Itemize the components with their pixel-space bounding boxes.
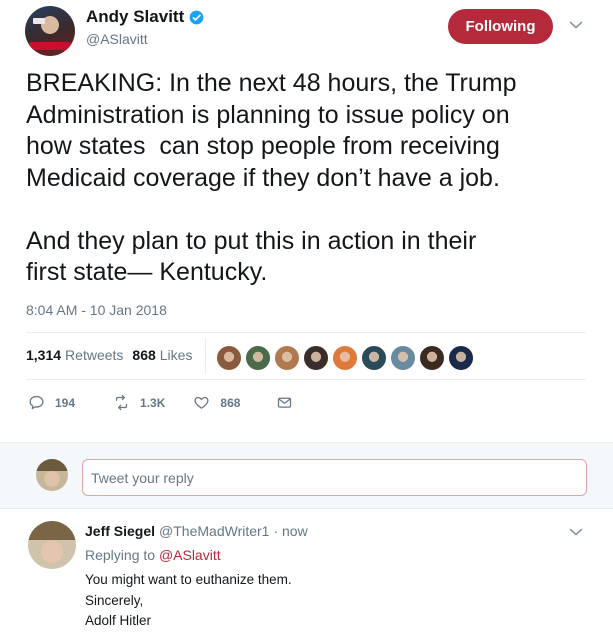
avatar-badge-decoration <box>33 18 45 24</box>
replying-to-line: Replying to @ASlavitt <box>85 547 221 563</box>
replying-to-label: Replying to <box>85 547 156 563</box>
author-name-row: Andy Slavitt <box>86 7 204 27</box>
divider <box>26 379 586 380</box>
retweets-label: Retweets <box>65 347 124 363</box>
liker-avatar[interactable] <box>303 345 329 371</box>
likes-stat[interactable]: 868 Likes <box>132 347 192 363</box>
retweet-count: 1.3K <box>140 395 166 410</box>
reply-author-avatar[interactable] <box>28 521 76 569</box>
like-action[interactable]: 868 <box>193 394 240 411</box>
author-name[interactable]: Andy Slavitt <box>86 7 184 27</box>
reply-line: Sincerely, <box>85 592 144 608</box>
reply-composer: Tweet your reply <box>0 442 613 509</box>
like-count: 868 <box>220 395 241 410</box>
heart-icon <box>194 396 209 409</box>
envelope-icon <box>278 397 292 408</box>
reply-line: You might want to euthanize them. <box>85 572 292 587</box>
reply-count: 194 <box>55 395 76 410</box>
liker-avatar[interactable] <box>245 345 271 371</box>
reply-author-name[interactable]: Jeff Siegel <box>85 523 155 539</box>
author-handle[interactable]: @ASlavitt <box>86 31 148 47</box>
replying-to-link[interactable]: @ASlavitt <box>159 547 221 563</box>
divider <box>205 338 206 374</box>
liker-avatar[interactable] <box>419 345 445 371</box>
reply-time[interactable]: · now <box>273 523 307 539</box>
liker-avatar[interactable] <box>332 345 358 371</box>
reply-action[interactable]: 194 <box>28 394 75 411</box>
tweet-actions: 194 1.3K 868 <box>28 394 293 411</box>
following-button[interactable]: Following <box>448 9 553 44</box>
retweet-action[interactable]: 1.3K <box>113 394 165 411</box>
reply-input[interactable]: Tweet your reply <box>82 459 587 496</box>
liker-avatar[interactable] <box>448 345 474 371</box>
verified-badge-icon <box>189 10 204 24</box>
retweets-stat[interactable]: 1,314 Retweets <box>26 347 123 363</box>
reply-line: Adolf Hitler <box>85 613 152 628</box>
chevron-down-icon[interactable] <box>569 527 583 537</box>
current-user-avatar <box>36 459 68 491</box>
liker-avatar[interactable] <box>216 345 242 371</box>
reply-text: You might want to euthanize them. Sincer… <box>85 570 292 632</box>
retweet-icon <box>115 394 128 411</box>
tweet-text: BREAKING: In the next 48 hours, the Trum… <box>26 69 517 286</box>
avatar-banner-decoration <box>29 42 71 50</box>
reply-icon <box>29 395 44 410</box>
liker-avatar[interactable] <box>274 345 300 371</box>
reply-tweet[interactable]: Jeff Siegel @TheMadWriter1 · now Replyin… <box>0 509 613 637</box>
reply-author-handle[interactable]: @TheMadWriter1 <box>159 523 269 539</box>
retweets-count: 1,314 <box>26 347 62 363</box>
likes-label: Likes <box>159 347 193 363</box>
direct-message-action[interactable] <box>276 394 293 411</box>
tweet-timestamp[interactable]: 8:04 AM - 10 Jan 2018 <box>26 302 167 318</box>
liker-avatars <box>216 345 474 371</box>
liker-avatar[interactable] <box>390 345 416 371</box>
likes-count: 868 <box>132 347 156 363</box>
main-tweet: Andy Slavitt @ASlavitt Following BREAKIN… <box>0 0 613 442</box>
reply-header: Jeff Siegel @TheMadWriter1 · now <box>85 523 308 539</box>
liker-avatar[interactable] <box>361 345 387 371</box>
engagement-stats: 1,314 Retweets 868 Likes <box>26 347 192 363</box>
author-avatar[interactable] <box>25 6 75 56</box>
chevron-down-icon[interactable] <box>569 20 583 30</box>
divider <box>26 332 586 333</box>
